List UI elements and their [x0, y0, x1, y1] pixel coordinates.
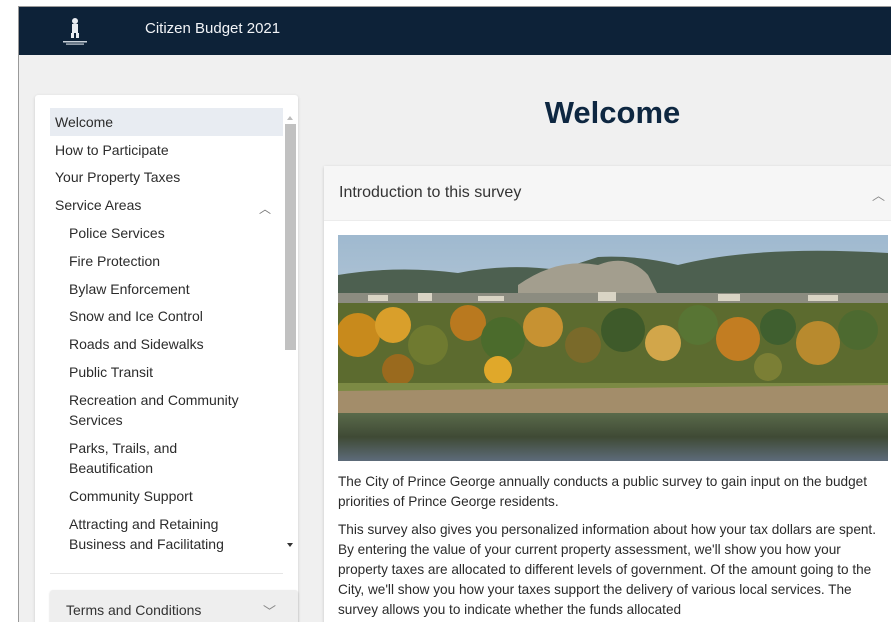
sidebar-item-snow-and-ice-control[interactable]: Snow and Ice Control	[50, 303, 283, 331]
sidebar-item-parks-trails-beautification[interactable]: Parks, Trails, and Beautification	[50, 434, 283, 482]
chevron-up-icon[interactable]: ︿	[259, 199, 271, 219]
terms-and-conditions-accordion[interactable]: Terms and Conditions ﹀	[50, 590, 298, 622]
sidebar-item-police-services[interactable]: Police Services	[50, 219, 283, 247]
sidebar-item-label: Attracting and Retaining Business and Fa…	[69, 515, 224, 552]
section-title: Introduction to this survey	[339, 184, 522, 201]
city-logo-icon[interactable]	[59, 16, 91, 46]
sidebar-item-label: Community Support	[69, 487, 193, 504]
intro-section-header[interactable]: Introduction to this survey ︿	[324, 166, 891, 221]
intro-paragraph: The City of Prince George annually condu…	[338, 474, 867, 509]
scroll-down-arrow-icon[interactable]	[287, 543, 293, 547]
sidebar-item-recreation-community-services[interactable]: Recreation and Community Services	[50, 386, 283, 434]
chevron-up-icon[interactable]: ︿	[872, 185, 885, 204]
sidebar-item-community-support[interactable]: Community Support	[50, 482, 283, 510]
sidebar-item-bylaw-enforcement[interactable]: Bylaw Enforcement	[50, 275, 283, 303]
sidebar-item-label: Welcome	[55, 113, 114, 130]
sidebar-item-label: How to Participate	[55, 141, 169, 158]
sidebar-item-how-to-participate[interactable]: How to Participate	[50, 136, 283, 164]
top-navbar: Citizen Budget 2021	[19, 7, 891, 55]
city-landscape-photo	[338, 235, 888, 461]
sidebar-item-welcome[interactable]: Welcome	[50, 108, 283, 136]
sidebar-item-your-property-taxes[interactable]: Your Property Taxes	[50, 164, 283, 192]
sidebar: Welcome How to Participate Your Property…	[35, 95, 298, 622]
terms-label: Terms and Conditions	[66, 602, 202, 618]
app-title: Citizen Budget 2021	[145, 20, 281, 37]
page-title: Welcome	[544, 95, 681, 130]
intro-section-card: Introduction to this survey ︿ The City o…	[324, 166, 891, 622]
sidebar-nav: Welcome How to Participate Your Property…	[50, 108, 283, 555]
sidebar-item-label: Bylaw Enforcement	[69, 280, 190, 297]
app-window: Citizen Budget 2021 Welcome How to Parti…	[18, 6, 891, 622]
sidebar-item-attracting-retaining-business[interactable]: Attracting and Retaining Business and Fa…	[50, 510, 283, 555]
sidebar-item-fire-protection[interactable]: Fire Protection	[50, 247, 283, 275]
intro-text: The City of Prince George annually condu…	[338, 472, 878, 622]
sidebar-item-label: Roads and Sidewalks	[69, 336, 204, 353]
scroll-up-arrow-icon[interactable]	[287, 116, 293, 120]
sidebar-item-label: Service Areas	[55, 197, 142, 214]
sidebar-item-label: Snow and Ice Control	[69, 308, 203, 325]
sidebar-scrollbar[interactable]	[284, 108, 298, 555]
sidebar-item-label: Your Property Taxes	[55, 169, 181, 186]
intro-paragraph: This survey also gives you personalized …	[338, 522, 876, 617]
chevron-down-icon[interactable]: ﹀	[263, 601, 276, 620]
sidebar-item-label: Recreation and Community Services	[69, 391, 239, 428]
sidebar-item-roads-and-sidewalks[interactable]: Roads and Sidewalks	[50, 330, 283, 358]
sidebar-item-service-areas[interactable]: Service Areas ︿	[50, 191, 283, 219]
sidebar-item-public-transit[interactable]: Public Transit	[50, 358, 283, 386]
scrollbar-thumb[interactable]	[285, 124, 296, 350]
sidebar-item-label: Public Transit	[69, 364, 154, 381]
sidebar-item-label: Fire Protection	[69, 252, 161, 269]
sidebar-item-label: Parks, Trails, and Beautification	[69, 439, 178, 476]
sidebar-item-label: Police Services	[69, 225, 165, 242]
divider	[50, 573, 283, 574]
